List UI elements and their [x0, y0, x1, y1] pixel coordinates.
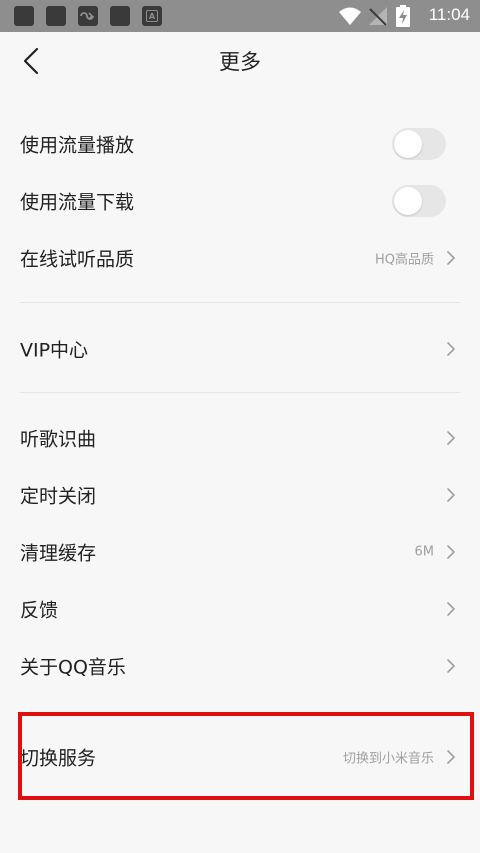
highlight-box — [18, 712, 474, 800]
chevron-right-icon — [447, 250, 455, 265]
chevron-right-icon — [447, 544, 455, 559]
link-icon — [78, 6, 98, 26]
page-title: 更多 — [219, 50, 261, 74]
chevron-right-icon — [447, 601, 455, 616]
setting-mobile-download[interactable]: 使用流量下载 — [0, 172, 480, 229]
setting-sleep-timer[interactable]: 定时关闭 — [0, 466, 480, 523]
setting-label: 定时关闭 — [20, 485, 97, 507]
no-signal-icon — [369, 7, 387, 26]
setting-feedback[interactable]: 反馈 — [0, 580, 480, 637]
setting-label: 使用流量播放 — [20, 134, 135, 156]
setting-label: 在线试听品质 — [20, 248, 135, 270]
mobile-download-toggle[interactable] — [392, 184, 446, 217]
chevron-right-icon — [447, 658, 455, 673]
toggle-knob — [394, 129, 422, 158]
status-bar: A 11:04 — [0, 0, 480, 32]
chevron-right-icon — [447, 430, 455, 445]
setting-vip-center[interactable]: VIP中心 — [0, 320, 480, 377]
setting-mobile-play[interactable]: 使用流量播放 — [0, 115, 480, 172]
cache-size: 6M — [414, 544, 435, 559]
setting-value: HQ高品质 — [374, 252, 434, 267]
chevron-right-icon — [447, 487, 455, 502]
setting-clear-cache[interactable]: 清理缓存 6M — [0, 523, 480, 580]
setting-label: 反馈 — [20, 599, 59, 621]
mobile-play-toggle[interactable] — [392, 127, 446, 160]
header: 更多 — [0, 32, 480, 90]
app-a-icon: A — [142, 6, 162, 26]
setting-online-quality[interactable]: 在线试听品质 HQ高品质 — [0, 229, 480, 286]
chevron-right-icon — [447, 341, 455, 356]
app-icon — [110, 6, 130, 26]
app-icon — [46, 6, 66, 26]
divider — [20, 302, 460, 303]
setting-song-recognition[interactable]: 听歌识曲 — [0, 409, 480, 466]
setting-label: 使用流量下载 — [20, 191, 135, 213]
app-icon — [14, 6, 34, 26]
wifi-icon — [339, 7, 361, 25]
setting-label: 听歌识曲 — [20, 428, 97, 450]
setting-label: 关于QQ音乐 — [20, 656, 126, 678]
setting-label: 清理缓存 — [20, 542, 97, 564]
setting-label: VIP中心 — [20, 339, 89, 361]
battery-charging-icon — [396, 5, 410, 27]
toggle-knob — [394, 186, 422, 215]
setting-about[interactable]: 关于QQ音乐 — [0, 637, 480, 694]
clock: 11:04 — [428, 5, 470, 24]
divider — [20, 392, 460, 393]
